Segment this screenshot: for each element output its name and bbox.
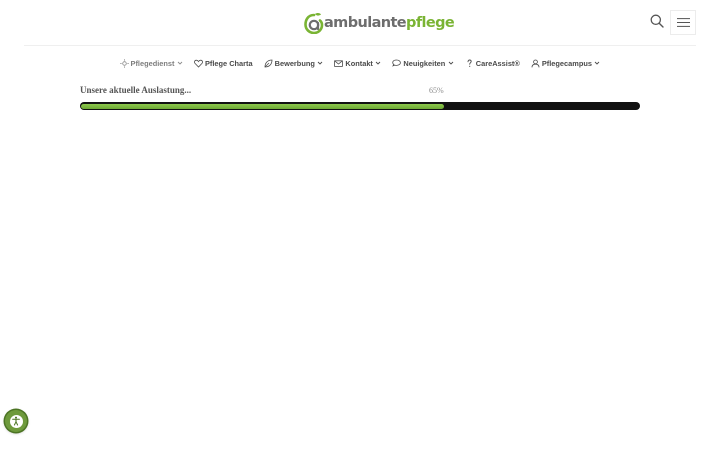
leaf-icon (264, 59, 273, 68)
capacity-progress-value: 65% (429, 86, 444, 95)
nav-item-bewerbung[interactable]: Bewerbung (264, 55, 324, 71)
accessibility-icon (9, 414, 23, 428)
nav-item-kontakt[interactable]: Kontakt (334, 55, 381, 71)
site-logo[interactable]: ambulantepflege (304, 10, 455, 36)
nav-item-pflege-charta[interactable]: Pflege Charta (194, 55, 253, 71)
main-navigation: Pflegedienst Pflege Charta Bewerbung Kon… (0, 55, 720, 71)
nav-item-label: Pflegecampus (541, 58, 592, 68)
capacity-progress-bar (80, 102, 640, 110)
header-divider (24, 45, 696, 46)
capacity-progress-fill (81, 103, 444, 109)
chevron-down-icon (375, 60, 381, 66)
chat-bubble-icon (392, 59, 402, 68)
search-icon (650, 14, 664, 33)
nav-item-label: Pflege Charta (204, 58, 253, 68)
chevron-down-icon (448, 60, 454, 66)
chevron-down-icon (317, 60, 323, 66)
nav-item-pflegedienst[interactable]: Pflegedienst (119, 55, 183, 71)
search-button[interactable] (646, 12, 668, 34)
heart-icon (194, 59, 203, 68)
nav-item-label: CareAssist® (475, 58, 520, 68)
envelope-icon (334, 59, 344, 68)
user-icon (531, 59, 540, 68)
sun-icon (119, 58, 129, 68)
site-header: ambulantepflege (0, 0, 720, 46)
question-mark-icon (465, 59, 474, 68)
nav-item-label: Kontakt (345, 58, 373, 68)
chevron-down-icon (594, 60, 600, 66)
chevron-down-icon (177, 60, 183, 66)
nav-item-label: Bewerbung (274, 58, 315, 68)
logo-mark-icon (304, 12, 324, 35)
accessibility-button[interactable] (5, 410, 27, 432)
nav-item-label: Pflegedienst (130, 58, 175, 68)
nav-item-neuigkeiten[interactable]: Neuigkeiten (392, 55, 454, 71)
nav-item-label: Neuigkeiten (403, 58, 446, 68)
menu-toggle-button[interactable] (670, 10, 696, 35)
logo-text: ambulantepflege (324, 15, 455, 31)
capacity-progress-label: Unsere aktuelle Auslastung... (80, 85, 192, 95)
nav-item-careassist[interactable]: CareAssist® (465, 55, 520, 71)
nav-item-pflegecampus[interactable]: Pflegecampus (531, 55, 601, 71)
hamburger-menu-icon (676, 14, 690, 32)
